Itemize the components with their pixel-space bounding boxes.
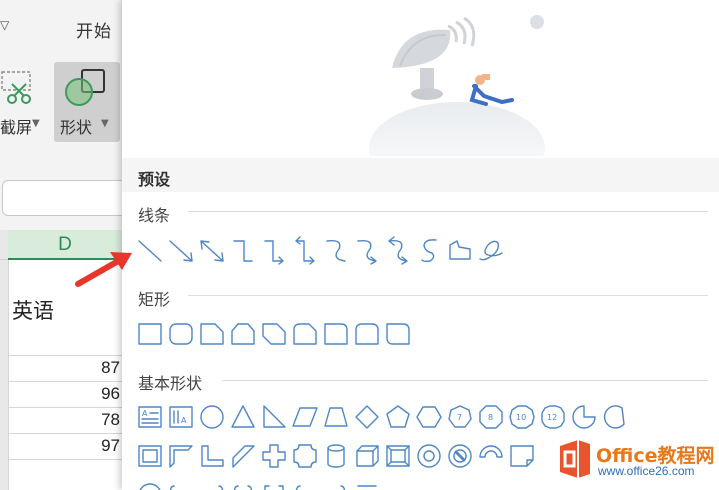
score-cell: 97: [101, 436, 120, 455]
score-cell: 87: [101, 358, 120, 377]
arrow-line-icon[interactable]: [165, 233, 196, 267]
freeform-icon[interactable]: [444, 233, 475, 267]
decagon-icon[interactable]: 10: [506, 400, 537, 434]
preset-title-bar: 预设: [122, 158, 719, 192]
round-same-side-corner-rectangle-icon[interactable]: [351, 317, 382, 351]
lines-row: [134, 233, 506, 267]
table-row[interactable]: 97: [8, 433, 130, 459]
rectangle-icon[interactable]: [134, 317, 165, 351]
section-divider: [188, 295, 708, 296]
snip-diagonal-corner-rectangle-icon[interactable]: [258, 317, 289, 351]
red-pointer-arrow: [75, 252, 132, 287]
block-arc-icon[interactable]: [475, 439, 506, 473]
double-arrow-line-icon[interactable]: [196, 233, 227, 267]
watermark: Office教程网 www.office26.com: [556, 438, 716, 484]
donut-icon[interactable]: [413, 439, 444, 473]
curved-double-arrow-connector-icon[interactable]: [382, 233, 413, 267]
dodecagon-icon[interactable]: 12: [537, 400, 568, 434]
header-cell[interactable]: 英语: [12, 295, 54, 325]
section-title-lines: 线条: [138, 206, 171, 225]
vertical-text-box-icon[interactable]: A: [165, 400, 196, 434]
table-row[interactable]: 78: [8, 407, 130, 433]
menu-chevron-icon[interactable]: ▽: [0, 18, 14, 36]
plaque-icon[interactable]: [289, 439, 320, 473]
snip-same-side-corner-rectangle-icon[interactable]: [227, 317, 258, 351]
frame-icon[interactable]: [134, 439, 165, 473]
table-row[interactable]: 96: [8, 381, 130, 407]
section-title-basic-shapes: 基本形状: [138, 374, 203, 393]
svg-text:12: 12: [547, 413, 557, 422]
shapes-icon: [65, 69, 105, 106]
octagon-icon[interactable]: 8: [475, 400, 506, 434]
grid-line: [8, 260, 9, 490]
screenshot-label: 截屏: [0, 118, 33, 137]
row-number-strip: [0, 260, 8, 490]
scribble-icon[interactable]: [475, 233, 506, 267]
curve-icon[interactable]: [413, 233, 444, 267]
snip-round-rectangle-icon[interactable]: [289, 317, 320, 351]
chord-icon[interactable]: [599, 400, 630, 434]
screenshot-button[interactable]: 截屏 ▼: [0, 62, 46, 142]
caret-down-icon: ▼: [32, 118, 40, 129]
elbow-double-arrow-connector-icon[interactable]: [289, 233, 320, 267]
trapezoid-icon[interactable]: [320, 400, 351, 434]
satellite-dish-illustration: [369, 15, 545, 156]
rectangles-row: [134, 317, 413, 351]
preset-title: 预设: [138, 170, 171, 189]
tab-start[interactable]: 开始: [76, 17, 112, 42]
diagonal-stripe-icon[interactable]: [227, 439, 258, 473]
office-logo-icon: [560, 440, 590, 478]
shapes-label: 形状: [60, 118, 93, 137]
curved-connector-icon[interactable]: [320, 233, 351, 267]
score-cell: 96: [101, 384, 120, 403]
half-frame-icon[interactable]: [165, 439, 196, 473]
rounded-rectangle-icon[interactable]: [165, 317, 196, 351]
scissors-icon: [1, 71, 31, 104]
l-shape-icon[interactable]: [196, 439, 227, 473]
svg-text:A: A: [181, 416, 187, 425]
formula-bar[interactable]: [2, 180, 132, 216]
section-divider: [222, 380, 708, 381]
text-box-icon[interactable]: A: [134, 400, 165, 434]
watermark-url: www.office26.com: [598, 464, 695, 478]
folded-corner-icon[interactable]: [506, 439, 537, 473]
section-divider: [188, 211, 708, 212]
cell-area[interactable]: 英语 87 96 78 97: [8, 260, 130, 490]
round-diagonal-corner-rectangle-icon[interactable]: [382, 317, 413, 351]
triangle-icon[interactable]: [227, 400, 258, 434]
basic-shapes-row-2: [134, 439, 537, 473]
table-row[interactable]: 87: [8, 355, 130, 381]
can-icon[interactable]: [320, 439, 351, 473]
cross-icon[interactable]: [258, 439, 289, 473]
curved-arrow-connector-icon[interactable]: [351, 233, 382, 267]
caret-down-icon: ▼: [101, 118, 109, 129]
svg-text:7: 7: [457, 413, 462, 422]
no-symbol-icon[interactable]: [444, 439, 475, 473]
basic-shapes-row-3: [134, 478, 382, 490]
heptagon-icon[interactable]: 7: [444, 400, 475, 434]
round-single-corner-rectangle-icon[interactable]: [320, 317, 351, 351]
elbow-connector-icon[interactable]: [227, 233, 258, 267]
svg-text:A: A: [142, 409, 148, 418]
svg-text:8: 8: [488, 413, 493, 422]
section-title-rectangles: 矩形: [138, 290, 171, 309]
shapes-dropdown-panel: 预设 线条 矩形 基本形状 A A 7 8 10 12: [122, 0, 719, 490]
elbow-arrow-connector-icon[interactable]: [258, 233, 289, 267]
diamond-icon[interactable]: [351, 400, 382, 434]
bevel-icon[interactable]: [382, 439, 413, 473]
basic-shapes-row-1: A A 7 8 10 12: [134, 400, 630, 434]
shapes-button[interactable]: 形状 ▼: [54, 62, 120, 142]
pie-icon[interactable]: [568, 400, 599, 434]
snip-single-corner-rectangle-icon[interactable]: [196, 317, 227, 351]
cube-icon[interactable]: [351, 439, 382, 473]
parallelogram-icon[interactable]: [289, 400, 320, 434]
svg-text:10: 10: [516, 413, 526, 422]
right-triangle-icon[interactable]: [258, 400, 289, 434]
score-cell: 78: [101, 410, 120, 429]
oval-icon[interactable]: [196, 400, 227, 434]
table-row[interactable]: [8, 459, 130, 485]
hexagon-icon[interactable]: [413, 400, 444, 434]
pentagon-icon[interactable]: [382, 400, 413, 434]
